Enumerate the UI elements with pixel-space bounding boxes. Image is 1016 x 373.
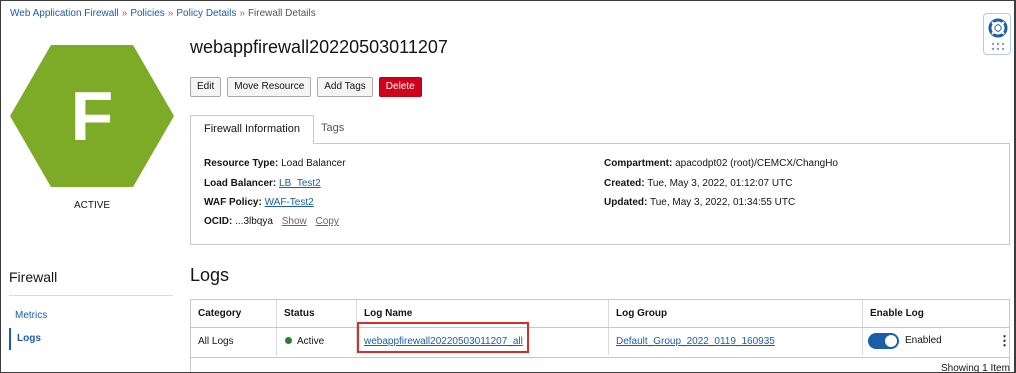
life-ring-icon [988,18,1008,38]
page-title: webappfirewall20220503011207 [190,37,448,57]
updated-label: Updated: [604,197,648,208]
load-balancer-row: Load Balancer: LB_Test2 [204,178,321,189]
breadcrumb: Web Application Firewall» Policies» Policy… [10,8,316,19]
edit-button[interactable]: Edit [190,77,222,97]
lifecycle-state: ACTIVE [73,200,111,211]
log-name-link[interactable]: webappfirewall20220503011207_all [364,336,523,347]
toggle-knob [885,335,897,347]
resource-type-value: Load Balancer [281,158,346,169]
breadcrumb-separator: » [121,8,128,19]
table-item-count: Showing 1 Item [941,363,1010,373]
enable-log-label: Enabled [905,335,942,346]
resource-icon-letter: F [70,77,114,155]
column-header-log-name[interactable]: Log Name [357,300,609,327]
help-button[interactable] [983,13,1011,55]
breadcrumb-separator: » [239,8,245,19]
column-header-category[interactable]: Category [191,300,277,327]
breadcrumb-current: Firewall Details [247,8,316,19]
waf-policy-link[interactable]: WAF-Test2 [265,197,314,208]
compartment-label: Compartment: [604,158,673,169]
breadcrumb-policy-details[interactable]: Policy Details [176,8,236,19]
resource-type-row: Resource Type: Load Balancer [204,158,346,169]
move-resource-button[interactable]: Move Resource [227,77,312,97]
breadcrumb-waf[interactable]: Web Application Firewall [10,8,119,19]
cell-log-name: webappfirewall20220503011207_all [357,328,609,355]
tab-firewall-information[interactable]: Firewall Information [190,115,314,144]
compartment-value: apacodpt02 (root)/CEMCX/ChangHo [675,158,838,169]
row-actions-kebab-icon[interactable]: ⋮ [998,334,1011,347]
enable-log-toggle[interactable] [868,333,899,349]
load-balancer-label: Load Balancer: [204,178,277,189]
created-value: Tue, May 3, 2022, 01:12:07 UTC [647,178,793,189]
log-group-link[interactable]: Default_Group_2022_0119_160935 [616,336,775,347]
breadcrumb-separator: » [167,8,174,19]
created-row: Created: Tue, May 3, 2022, 01:12:07 UTC [604,178,792,189]
firewall-info-panel: Resource Type: Load Balancer Load Balanc… [190,143,1010,245]
load-balancer-link[interactable]: LB_Test2 [279,178,321,189]
waf-policy-row: WAF Policy: WAF-Test2 [204,197,314,208]
column-header-log-group[interactable]: Log Group [609,300,863,327]
resource-type-label: Resource Type: [204,158,279,169]
breadcrumb-policies[interactable]: Policies [130,8,164,19]
ocid-value: ...3lbqya [235,216,273,227]
action-bar: Edit Move Resource Add Tags Delete [190,77,422,97]
updated-row: Updated: Tue, May 3, 2022, 01:34:55 UTC [604,197,795,208]
drag-grip-icon [991,42,1005,51]
delete-button[interactable]: Delete [378,77,422,97]
ocid-row: OCID: ...3lbqya Show Copy [204,216,339,227]
cell-status: Active [277,328,357,355]
column-header-status[interactable]: Status [277,300,357,327]
compartment-row: Compartment: apacodpt02 (root)/CEMCX/Cha… [604,158,838,169]
sidebar-item-logs[interactable]: Logs [9,328,173,350]
tab-tags[interactable]: Tags [308,115,357,144]
status-active-dot-icon [285,337,292,344]
cell-log-group: Default_Group_2022_0119_160935 [609,328,863,355]
cell-status-text: Active [297,336,325,347]
page-frame: Web Application Firewall» Policies» Policy… [0,0,1016,373]
ocid-show-link[interactable]: Show [282,216,307,227]
created-label: Created: [604,178,645,189]
waf-policy-label: WAF Policy: [204,197,262,208]
ocid-label: OCID: [204,216,233,227]
add-tags-button[interactable]: Add Tags [317,77,373,97]
sidebar-divider [9,295,173,296]
sidebar-title: Firewall [9,269,58,285]
logs-section-title: Logs [190,265,230,285]
cell-category: All Logs [191,328,277,355]
detail-tabs: Firewall Information Tags [190,115,1010,144]
column-header-enable-log[interactable]: Enable Log [863,300,1009,327]
updated-value: Tue, May 3, 2022, 01:34:55 UTC [649,197,796,208]
resource-icon: F [10,45,174,187]
ocid-copy-link[interactable]: Copy [316,216,339,227]
table-footer-divider [190,357,1010,358]
sidebar-item-metrics[interactable]: Metrics [9,305,173,327]
